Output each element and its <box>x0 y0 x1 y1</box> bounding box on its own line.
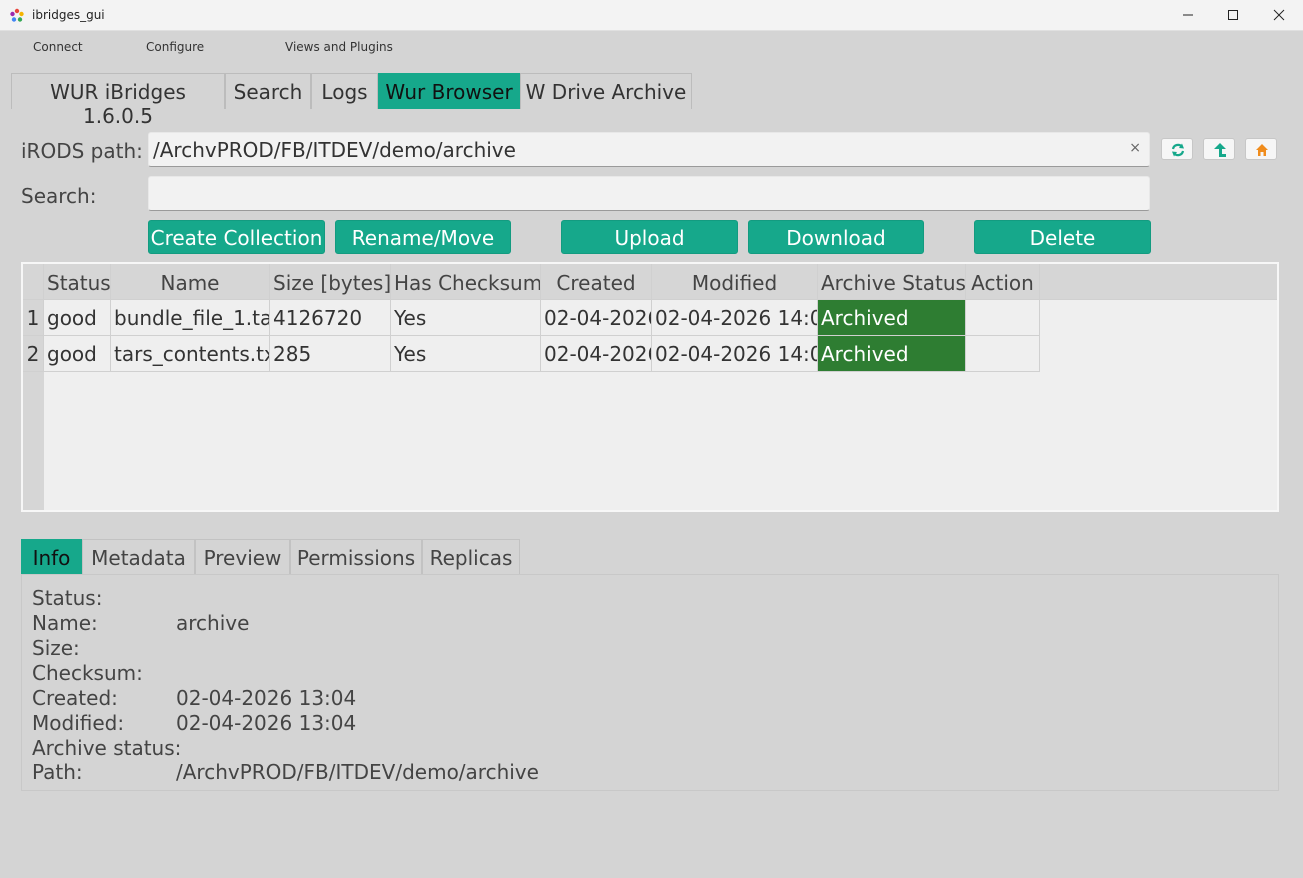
table-cell-archive-status[interactable]: Archived <box>818 300 966 336</box>
tab-w-drive-archive[interactable]: W Drive Archive <box>520 73 692 109</box>
row-number[interactable]: 1 <box>23 300 44 336</box>
info-created-value: 02-04-2026 13:04 <box>176 686 357 710</box>
upload-button[interactable]: Upload <box>561 220 738 254</box>
info-modified-label: Modified: <box>32 711 125 735</box>
column-header-action[interactable]: Action <box>966 264 1040 300</box>
minimize-icon <box>1183 14 1193 16</box>
menu-configure[interactable]: Configure <box>146 40 204 54</box>
column-header-modified[interactable]: Modified <box>652 264 818 300</box>
irods-path-label: iRODS path: <box>21 139 143 163</box>
column-header-name[interactable]: Name <box>111 264 270 300</box>
table-cell-archive-status[interactable]: Archived <box>818 336 966 372</box>
irods-path-input[interactable]: /ArchvPROD/FB/ITDEV/demo/archive × <box>148 132 1150 167</box>
table-cell-action[interactable] <box>966 300 1040 336</box>
info-name-label: Name: <box>32 611 98 635</box>
rename-move-button[interactable]: Rename/Move <box>335 220 511 254</box>
close-button[interactable] <box>1256 0 1302 31</box>
row-number[interactable]: 2 <box>23 336 44 372</box>
title-bar: ibridges_gui <box>0 0 1303 31</box>
info-size-label: Size: <box>32 636 80 660</box>
tab-replicas[interactable]: Replicas <box>422 539 520 575</box>
row-header-filler <box>23 372 44 510</box>
file-table[interactable]: Status Name Size [bytes] Has Checksum Cr… <box>21 262 1279 512</box>
header-filler <box>1040 264 1277 300</box>
tab-logs[interactable]: Logs <box>311 73 378 109</box>
info-archive-status-label: Archive status: <box>32 736 182 760</box>
parent-folder-button[interactable] <box>1203 138 1235 160</box>
app-logo-icon <box>10 8 24 22</box>
window-title: ibridges_gui <box>32 8 105 22</box>
menu-connect[interactable]: Connect <box>33 40 83 54</box>
maximize-button[interactable] <box>1210 0 1256 31</box>
download-button[interactable]: Download <box>748 220 924 254</box>
table-corner <box>23 264 44 300</box>
table-cell-modified[interactable]: 02-04-2026 14:04 <box>652 300 818 336</box>
table-cell-status[interactable]: good <box>44 336 111 372</box>
table-cell-modified[interactable]: 02-04-2026 14:04 <box>652 336 818 372</box>
column-header-checksum[interactable]: Has Checksum <box>391 264 541 300</box>
maximize-icon <box>1228 10 1238 20</box>
column-header-created[interactable]: Created <box>541 264 652 300</box>
info-path-label: Path: <box>32 760 83 784</box>
table-cell-created[interactable]: 02-04-2026 <box>541 300 652 336</box>
search-label: Search: <box>21 184 97 208</box>
info-checksum-label: Checksum: <box>32 661 143 685</box>
info-path-value: /ArchvPROD/FB/ITDEV/demo/archive <box>176 760 539 784</box>
table-cell-size[interactable]: 285 <box>270 336 391 372</box>
table-cell-status[interactable]: good <box>44 300 111 336</box>
create-collection-button[interactable]: Create Collection <box>148 220 325 254</box>
column-header-size[interactable]: Size [bytes] <box>270 264 391 300</box>
table-cell-checksum[interactable]: Yes <box>391 300 541 336</box>
clear-path-icon[interactable]: × <box>1129 140 1141 156</box>
menu-bar: Connect Configure Views and Plugins <box>0 31 1303 63</box>
info-modified-value: 02-04-2026 13:04 <box>176 711 357 735</box>
table-cell-created[interactable]: 02-04-2026 <box>541 336 652 372</box>
table-cell-name[interactable]: tars_contents.txt <box>111 336 270 372</box>
tab-preview[interactable]: Preview <box>195 539 290 575</box>
tab-wur-ibridges[interactable]: WUR iBridges 1.6.0.5 <box>11 73 225 128</box>
tab-search[interactable]: Search <box>225 73 311 109</box>
search-input[interactable] <box>148 176 1150 211</box>
home-icon <box>1256 144 1268 156</box>
tab-wur-browser[interactable]: Wur Browser <box>378 73 520 109</box>
info-status-label: Status: <box>32 586 103 610</box>
table-cell-action[interactable] <box>966 336 1040 372</box>
info-created-label: Created: <box>32 686 118 710</box>
menu-views-plugins[interactable]: Views and Plugins <box>285 40 393 54</box>
info-name-value: archive <box>176 611 250 635</box>
tab-permissions[interactable]: Permissions <box>290 539 422 575</box>
tab-info[interactable]: Info <box>21 539 82 575</box>
minimize-button[interactable] <box>1165 0 1211 31</box>
table-cell-size[interactable]: 4126720 <box>270 300 391 336</box>
table-cell-checksum[interactable]: Yes <box>391 336 541 372</box>
home-button[interactable] <box>1245 138 1277 160</box>
table-cell-name[interactable]: bundle_file_1.tar <box>111 300 270 336</box>
info-panel: Status: Name: archive Size: Checksum: Cr… <box>21 574 1279 791</box>
column-header-status[interactable]: Status <box>44 264 111 300</box>
column-header-archive-status[interactable]: Archive Status <box>818 264 966 300</box>
delete-button[interactable]: Delete <box>974 220 1151 254</box>
refresh-button[interactable] <box>1161 138 1193 160</box>
tab-metadata[interactable]: Metadata <box>82 539 195 575</box>
close-icon <box>1273 9 1285 21</box>
refresh-icon <box>1171 143 1185 157</box>
irods-path-value: /ArchvPROD/FB/ITDEV/demo/archive <box>153 138 516 162</box>
arrow-up-icon <box>1214 143 1226 157</box>
